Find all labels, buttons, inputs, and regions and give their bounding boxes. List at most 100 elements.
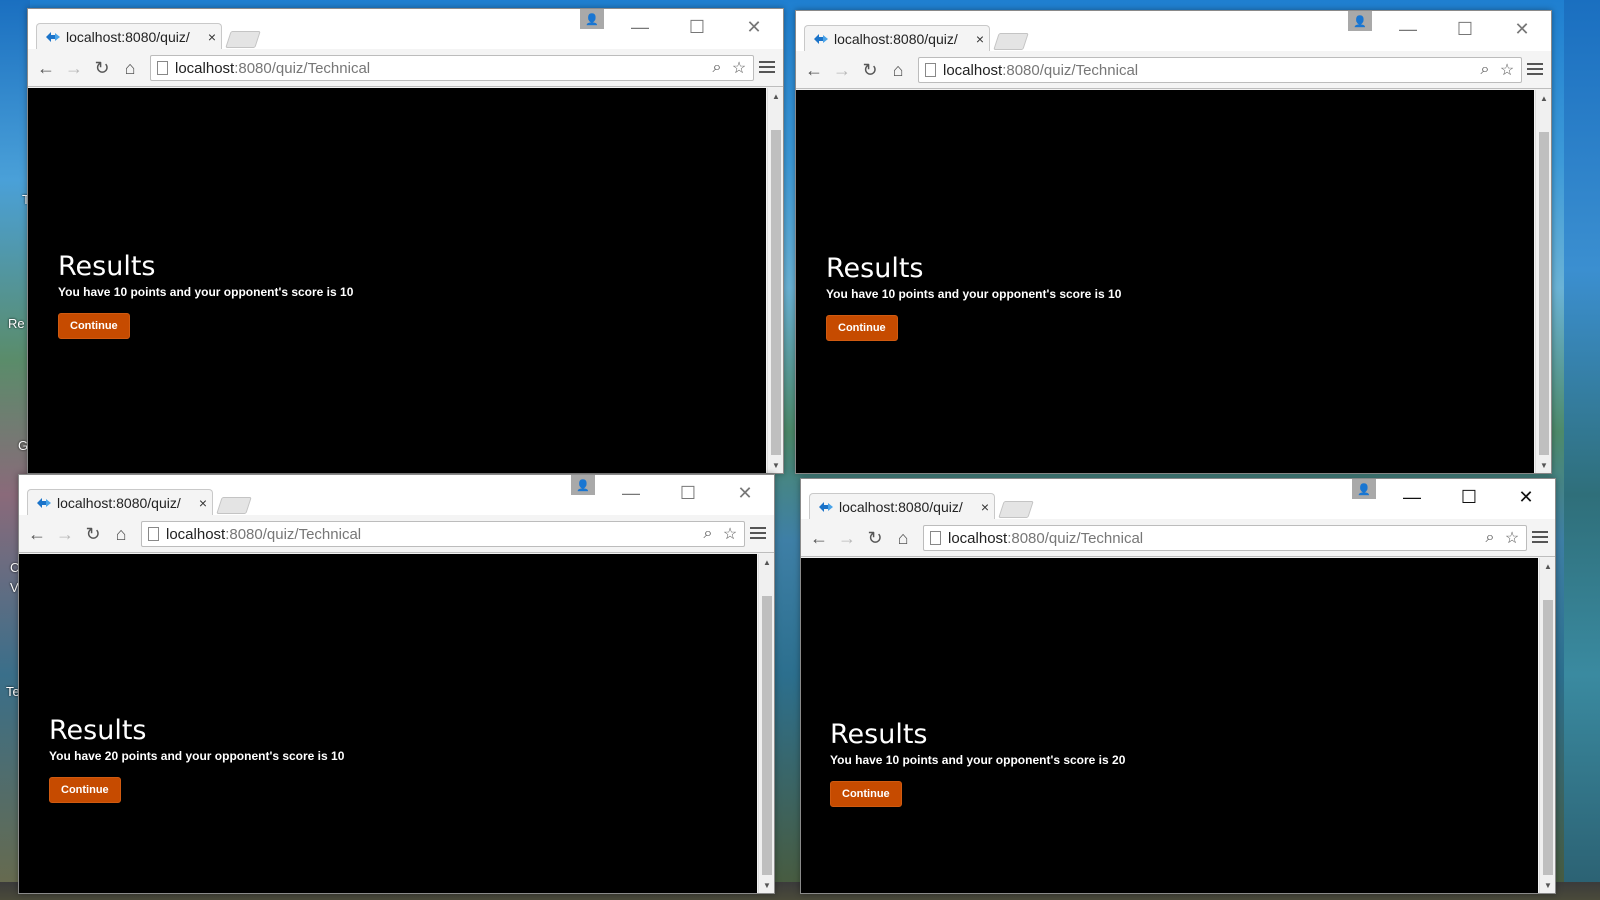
menu-icon[interactable]: [759, 58, 775, 78]
zoom-icon[interactable]: ⌕: [707, 58, 727, 78]
star-icon[interactable]: ☆: [1502, 528, 1522, 548]
back-button[interactable]: ←: [802, 58, 826, 82]
zoom-icon[interactable]: ⌕: [1480, 528, 1500, 548]
title-bar[interactable]: localhost:8080/quiz/ × 👤 — ☐ ✕: [801, 479, 1555, 520]
zoom-icon[interactable]: ⌕: [698, 524, 718, 544]
tab-close-icon[interactable]: ×: [203, 29, 221, 45]
results-score-text: You have 20 points and your opponent's s…: [49, 749, 345, 763]
favicon-icon: [819, 502, 833, 512]
results-title: Results: [830, 719, 928, 750]
forward-button[interactable]: →: [830, 58, 854, 82]
zoom-icon[interactable]: ⌕: [1475, 60, 1495, 80]
forward-button[interactable]: →: [62, 56, 86, 80]
reload-button[interactable]: ↻: [863, 526, 887, 550]
scroll-up-icon[interactable]: ▲: [1540, 558, 1555, 574]
address-bar[interactable]: localhost:8080/quiz/Technical ⌕ ☆: [150, 55, 754, 81]
browser-tab[interactable]: localhost:8080/quiz/ ×: [804, 25, 990, 52]
desktop-icon-label[interactable]: Re: [8, 316, 25, 331]
home-button[interactable]: ⌂: [886, 58, 910, 82]
url-path: :8080/quiz/Technical: [1002, 61, 1139, 79]
scroll-thumb[interactable]: [1539, 132, 1549, 455]
close-button[interactable]: ✕: [1504, 485, 1548, 509]
continue-button[interactable]: Continue: [58, 313, 130, 339]
new-tab-button[interactable]: [993, 33, 1029, 50]
url-host: localhost: [943, 61, 1003, 79]
scroll-down-icon[interactable]: ▼: [1536, 457, 1551, 473]
star-icon[interactable]: ☆: [720, 524, 740, 544]
browser-tab[interactable]: localhost:8080/quiz/ ×: [27, 489, 213, 516]
back-button[interactable]: ←: [807, 526, 831, 550]
address-bar[interactable]: localhost:8080/quiz/Technical ⌕ ☆: [918, 57, 1522, 83]
page-viewport: Results You have 10 points and your oppo…: [28, 88, 766, 473]
forward-button[interactable]: →: [835, 526, 859, 550]
profile-icon[interactable]: 👤: [1348, 11, 1372, 31]
title-bar[interactable]: localhost:8080/quiz/ × 👤 — ☐ ✕: [796, 11, 1551, 52]
reload-button[interactable]: ↻: [81, 522, 105, 546]
back-button[interactable]: ←: [34, 56, 58, 80]
vertical-scrollbar[interactable]: ▲ ▼: [1539, 558, 1555, 893]
desktop-wallpaper-right: [1564, 0, 1600, 900]
url-path: :8080/quiz/Technical: [1007, 529, 1144, 547]
tab-close-icon[interactable]: ×: [194, 495, 212, 511]
browser-tab[interactable]: localhost:8080/quiz/ ×: [36, 23, 222, 50]
scroll-down-icon[interactable]: ▼: [1540, 877, 1555, 893]
address-bar[interactable]: localhost:8080/quiz/Technical ⌕ ☆: [923, 525, 1527, 551]
maximize-button[interactable]: ☐: [1447, 485, 1491, 509]
home-button[interactable]: ⌂: [109, 522, 133, 546]
continue-button[interactable]: Continue: [830, 781, 902, 807]
results-score-text: You have 10 points and your opponent's s…: [830, 753, 1126, 767]
vertical-scrollbar[interactable]: ▲ ▼: [767, 88, 783, 473]
scroll-up-icon[interactable]: ▲: [759, 554, 774, 570]
home-button[interactable]: ⌂: [118, 56, 142, 80]
scroll-thumb[interactable]: [771, 130, 781, 455]
vertical-scrollbar[interactable]: ▲ ▼: [758, 554, 774, 893]
address-bar[interactable]: localhost:8080/quiz/Technical ⌕ ☆: [141, 521, 745, 547]
scroll-thumb[interactable]: [762, 596, 772, 875]
browser-window: localhost:8080/quiz/ × 👤 — ☐ ✕ ← → ↻ ⌂ l…: [18, 474, 775, 894]
minimize-button[interactable]: —: [1386, 17, 1430, 41]
close-button[interactable]: ✕: [723, 481, 767, 505]
maximize-button[interactable]: ☐: [675, 15, 719, 39]
maximize-button[interactable]: ☐: [666, 481, 710, 505]
reload-button[interactable]: ↻: [858, 58, 882, 82]
minimize-button[interactable]: —: [1390, 485, 1434, 509]
home-button[interactable]: ⌂: [891, 526, 915, 550]
title-bar[interactable]: localhost:8080/quiz/ × 👤 — ☐ ✕: [19, 475, 774, 516]
scroll-down-icon[interactable]: ▼: [768, 457, 783, 473]
scroll-up-icon[interactable]: ▲: [1536, 90, 1551, 106]
profile-icon[interactable]: 👤: [580, 9, 604, 29]
results-score-text: You have 10 points and your opponent's s…: [58, 285, 354, 299]
new-tab-button[interactable]: [225, 31, 261, 48]
reload-button[interactable]: ↻: [90, 56, 114, 80]
maximize-button[interactable]: ☐: [1443, 17, 1487, 41]
scroll-down-icon[interactable]: ▼: [759, 877, 774, 893]
new-tab-button[interactable]: [216, 497, 252, 514]
tab-close-icon[interactable]: ×: [976, 499, 994, 515]
menu-icon[interactable]: [1527, 60, 1543, 80]
new-tab-button[interactable]: [998, 501, 1034, 518]
scroll-thumb[interactable]: [1543, 600, 1553, 875]
menu-icon[interactable]: [1532, 528, 1548, 548]
menu-icon[interactable]: [750, 524, 766, 544]
star-icon[interactable]: ☆: [1497, 60, 1517, 80]
results-panel: Results You have 10 points and your oppo…: [58, 252, 353, 339]
profile-icon[interactable]: 👤: [1352, 479, 1376, 499]
profile-icon[interactable]: 👤: [571, 475, 595, 495]
close-button[interactable]: ✕: [1500, 17, 1544, 41]
close-button[interactable]: ✕: [732, 15, 776, 39]
star-icon[interactable]: ☆: [729, 58, 749, 78]
browser-toolbar: ← → ↻ ⌂ localhost:8080/quiz/Technical ⌕ …: [28, 49, 783, 87]
continue-button[interactable]: Continue: [49, 777, 121, 803]
vertical-scrollbar[interactable]: ▲ ▼: [1535, 90, 1551, 473]
back-button[interactable]: ←: [25, 522, 49, 546]
tab-close-icon[interactable]: ×: [971, 31, 989, 47]
minimize-button[interactable]: —: [618, 15, 662, 39]
results-panel: Results You have 10 points and your oppo…: [830, 720, 1125, 807]
forward-button[interactable]: →: [53, 522, 77, 546]
browser-tab[interactable]: localhost:8080/quiz/ ×: [809, 493, 995, 520]
continue-button[interactable]: Continue: [826, 315, 898, 341]
minimize-button[interactable]: —: [609, 481, 653, 505]
tab-title: localhost:8080/quiz/: [57, 495, 181, 511]
title-bar[interactable]: localhost:8080/quiz/ × 👤 — ☐ ✕: [28, 9, 783, 50]
scroll-up-icon[interactable]: ▲: [768, 88, 783, 104]
